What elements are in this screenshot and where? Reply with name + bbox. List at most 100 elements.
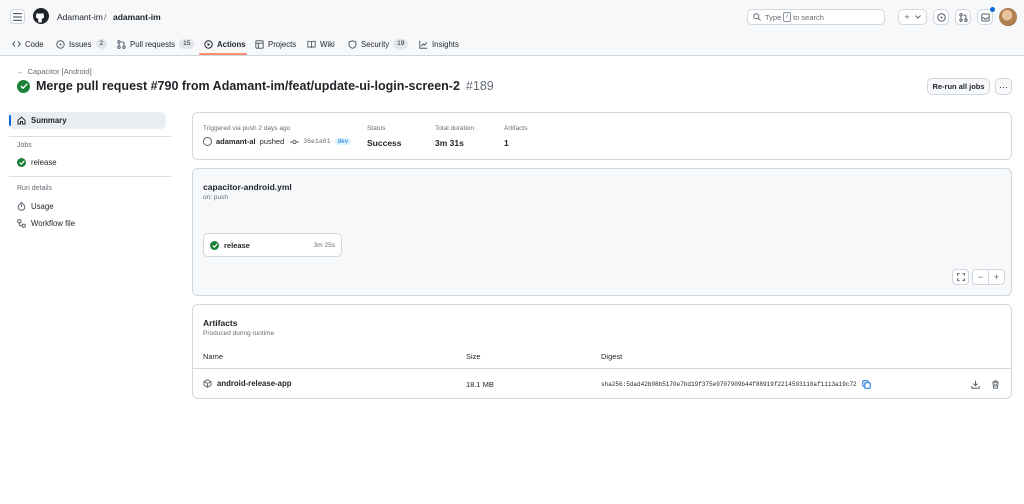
more-options-button[interactable]: ···: [995, 78, 1012, 95]
notification-indicator: [990, 7, 995, 12]
run-number: #189: [465, 79, 494, 93]
git-commit-icon: [290, 139, 300, 144]
book-icon: [307, 40, 316, 48]
rerun-all-jobs-button[interactable]: Re-run all jobs: [927, 78, 990, 95]
search-shortcut-key: /: [783, 12, 792, 22]
play-icon: [204, 39, 213, 49]
copy-icon[interactable]: [861, 380, 871, 389]
table-row: android-release-app 18.1 MB sha256:5dad4…: [193, 368, 1011, 399]
tab-projects-label: Projects: [268, 39, 297, 49]
success-check-icon: [210, 240, 219, 250]
tab-insights[interactable]: Insights: [419, 33, 459, 55]
status-value: Success: [367, 138, 402, 148]
success-check-icon: [17, 158, 26, 167]
pull-requests-button[interactable]: [955, 9, 971, 25]
commit-sha-link[interactable]: 36e1a61: [303, 138, 330, 145]
chevron-down-icon: [914, 15, 921, 19]
pull-request-icon: [117, 39, 126, 49]
tab-wiki[interactable]: Wiki: [307, 33, 335, 55]
code-icon: [12, 41, 21, 47]
workflow-file-name[interactable]: capacitor-android.yml: [203, 182, 292, 192]
workflow-trigger: on: push: [203, 194, 228, 201]
sidebar-divider: [9, 136, 171, 137]
home-icon: [17, 116, 26, 125]
tab-actions-label: Actions: [217, 39, 246, 49]
job-node-release[interactable]: release 3m 25s: [203, 233, 342, 257]
package-icon: [203, 379, 212, 388]
search-suffix: to search: [793, 12, 824, 22]
delete-artifact-button[interactable]: [989, 378, 1001, 390]
app-header: Adamant-im / adamant-im Type / to search…: [0, 0, 1024, 56]
issues-button[interactable]: [933, 9, 949, 25]
run-title-text: Merge pull request #790 from Adamant-im/…: [36, 79, 460, 93]
column-header-name: Name: [203, 352, 224, 361]
screen-full-icon: [956, 273, 965, 281]
artifact-digest: sha256:5dad42b08b5170e7bd19f375e9707909b…: [601, 380, 871, 389]
artifact-name-link[interactable]: android-release-app: [203, 379, 292, 388]
breadcrumb-repo[interactable]: adamant-im: [113, 12, 161, 22]
issue-icon: [56, 39, 65, 49]
tab-projects[interactable]: Projects: [255, 33, 296, 55]
duration-label: Total duration: [435, 125, 475, 132]
download-icon: [970, 380, 980, 389]
workflow-file-icon: [17, 219, 26, 228]
stopwatch-icon: [17, 202, 26, 211]
push-action: pushed: [259, 137, 285, 146]
tab-insights-label: Insights: [432, 39, 459, 49]
artifacts-card: Artifacts Produced during runtime Name S…: [192, 304, 1012, 399]
tab-security-label: Security: [361, 39, 390, 49]
tab-issues[interactable]: Issues 2: [56, 33, 108, 55]
workflow-back-link[interactable]: ← Capacitor [Android]: [17, 67, 92, 76]
tab-issues-count: 2: [95, 39, 108, 49]
git-pull-request-icon: [958, 12, 968, 22]
workflow-name: Capacitor [Android]: [27, 67, 92, 76]
plus-icon: +: [904, 12, 910, 22]
sidebar-item-workflow-file-label: Workflow file: [31, 219, 76, 228]
tab-security-count: 19: [393, 39, 409, 49]
sidebar-item-summary-label: Summary: [31, 116, 67, 125]
tab-actions[interactable]: Actions: [204, 33, 246, 55]
artifact-name: android-release-app: [217, 379, 292, 388]
tab-code[interactable]: Code: [12, 33, 44, 55]
sidebar-jobs-heading: Jobs: [17, 142, 32, 149]
branch-badge[interactable]: dev: [334, 138, 352, 145]
menu-button[interactable]: [10, 9, 25, 24]
fullscreen-button[interactable]: [952, 269, 969, 285]
actor-name[interactable]: adamant-al: [216, 137, 256, 146]
artifacts-title: Artifacts: [203, 318, 238, 328]
status-label: Status: [367, 125, 386, 132]
zoom-controls: − +: [972, 269, 1005, 285]
search-prefix: Type: [765, 12, 782, 22]
sidebar-item-summary[interactable]: Summary: [9, 112, 166, 129]
column-header-size: Size: [466, 352, 481, 361]
job-node-name: release: [224, 240, 250, 250]
sidebar-item-workflow-file[interactable]: Workflow file: [17, 219, 75, 228]
tab-pull-requests[interactable]: Pull requests 15: [117, 33, 195, 55]
table-icon: [255, 39, 264, 49]
sidebar-item-usage[interactable]: Usage: [17, 202, 54, 211]
active-tab-underline: [199, 53, 247, 55]
run-title: Merge pull request #790 from Adamant-im/…: [17, 79, 494, 93]
zoom-out-button[interactable]: −: [973, 270, 989, 284]
download-artifact-button[interactable]: [969, 378, 981, 390]
zoom-in-button[interactable]: +: [989, 270, 1004, 284]
user-avatar[interactable]: [999, 8, 1017, 26]
workflow-graph-card: capacitor-android.yml on: push release 3…: [192, 168, 1012, 296]
inbox-icon: [980, 13, 990, 21]
tab-code-label: Code: [25, 39, 44, 49]
run-summary-card: Triggered via push 2 days ago adamant-al…: [192, 112, 1012, 160]
github-logo-icon[interactable]: [33, 8, 49, 24]
column-header-digest: Digest: [601, 352, 623, 361]
search-input[interactable]: Type / to search: [747, 9, 885, 25]
shield-icon: [348, 39, 357, 49]
artifact-size: 18.1 MB: [466, 380, 494, 389]
create-new-button[interactable]: +: [898, 9, 927, 25]
duration-value: 3m 31s: [435, 138, 464, 148]
tab-pull-requests-label: Pull requests: [130, 39, 176, 49]
sidebar-item-release-job[interactable]: release: [17, 158, 57, 167]
breadcrumb-owner[interactable]: Adamant-im: [57, 12, 103, 22]
trash-icon: [991, 380, 999, 389]
artifacts-count-label: Artifacts: [504, 125, 528, 132]
actor-avatar: [203, 137, 212, 146]
tab-security[interactable]: Security 19: [348, 33, 409, 55]
